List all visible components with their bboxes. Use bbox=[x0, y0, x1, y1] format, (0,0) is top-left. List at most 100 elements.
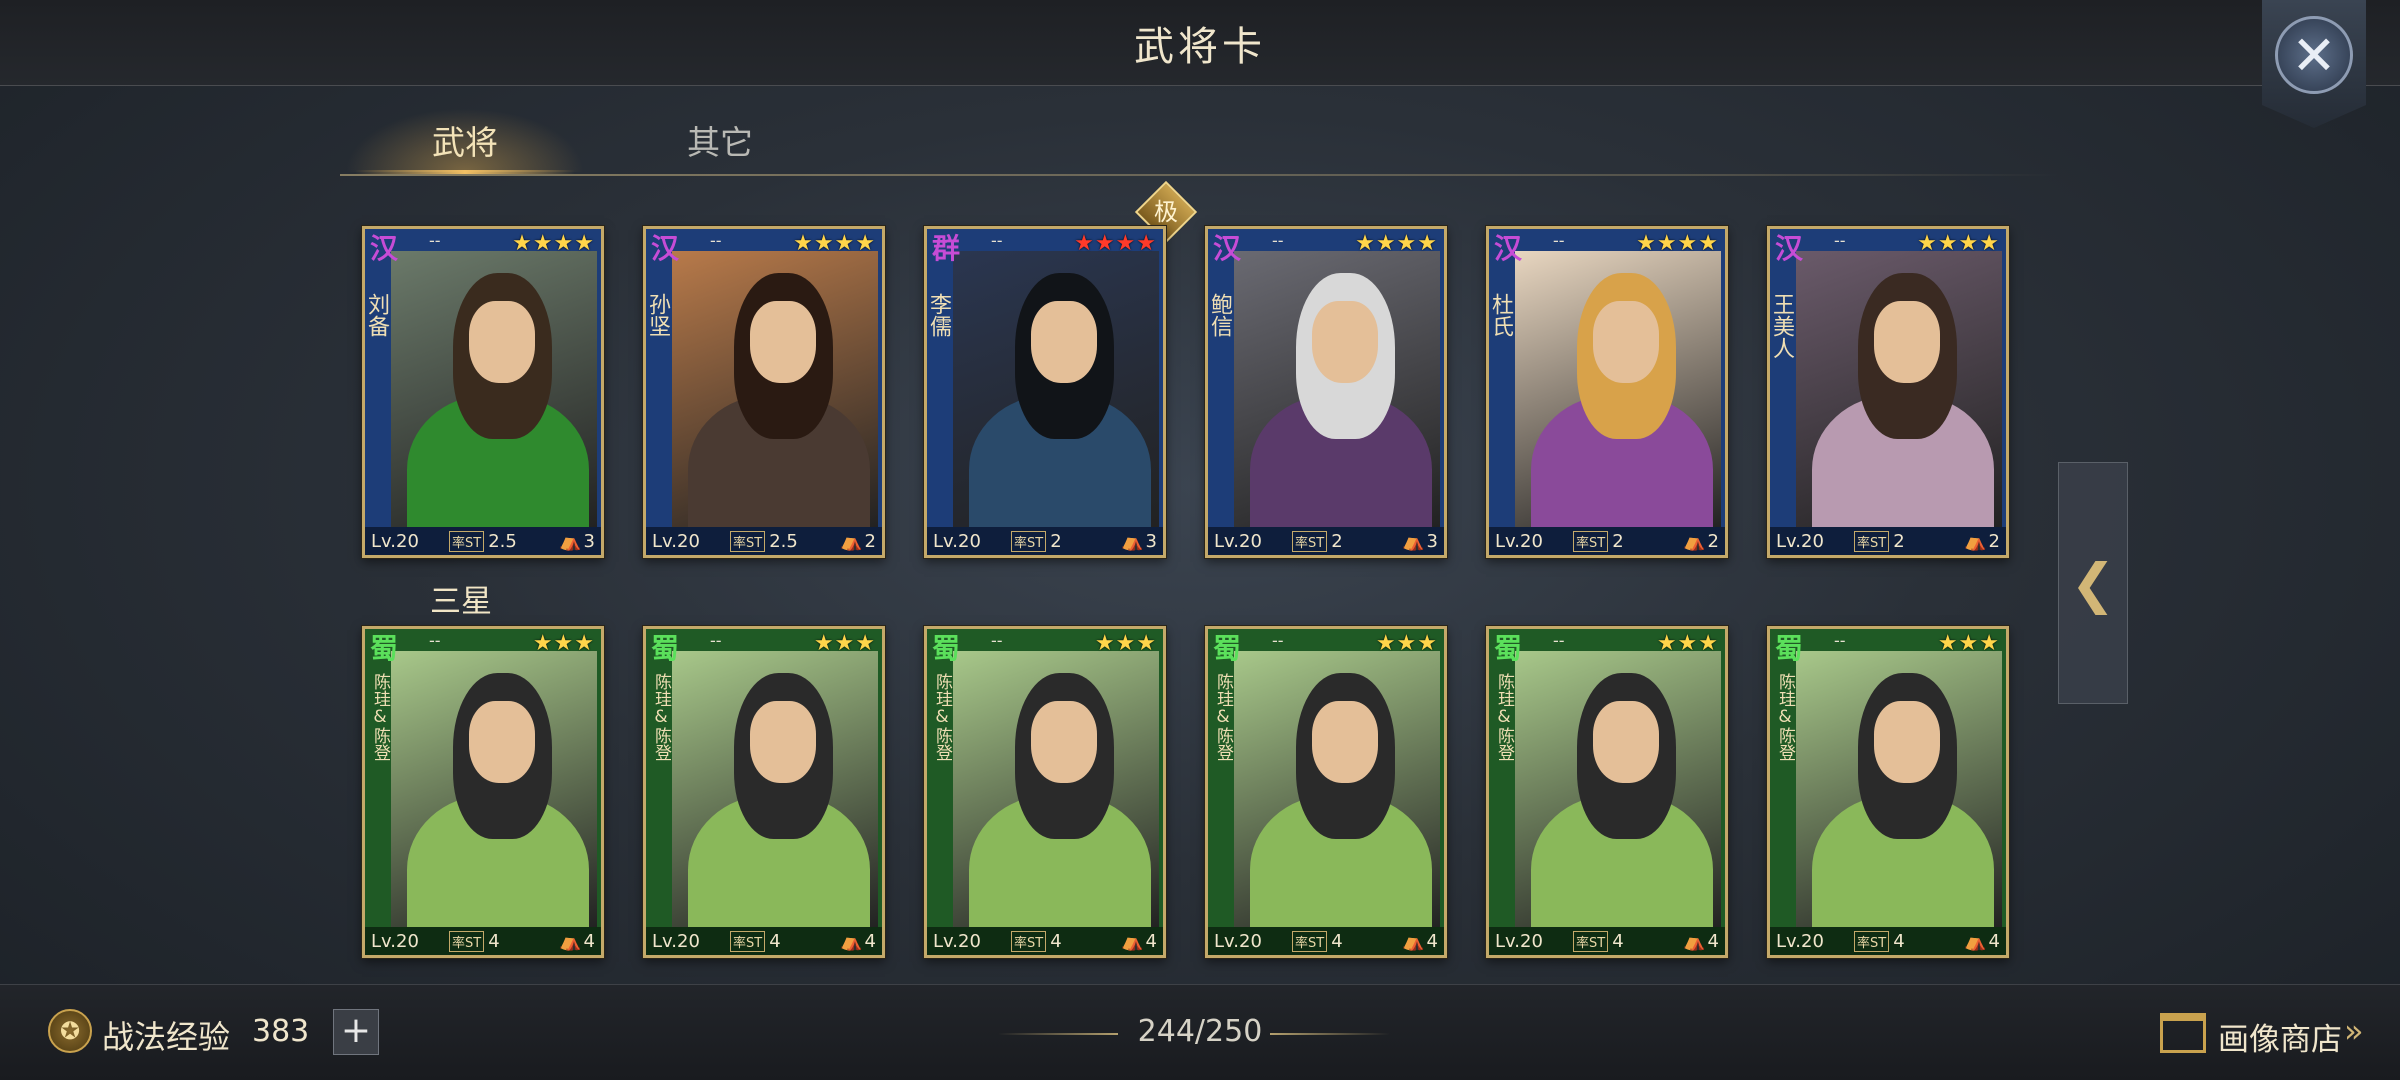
card-dash: -- bbox=[1834, 231, 1846, 250]
capacity-divider-right bbox=[1270, 1033, 1390, 1035]
card-cost: 2.5 bbox=[488, 530, 517, 552]
general-card[interactable]: 蜀 -- ★★★ 陈珪&陈登 Lv.20 率ST 4 ⛺ 4 bbox=[1205, 626, 1447, 958]
general-name: 杜氏 bbox=[1488, 293, 1513, 337]
faction-badge: 蜀 bbox=[1493, 632, 1522, 665]
card-level: Lv.20 bbox=[933, 930, 981, 952]
stat-tag: 率ST bbox=[730, 530, 766, 552]
stat-tag: 率ST bbox=[1292, 530, 1328, 552]
portrait-face bbox=[1593, 700, 1660, 784]
stat-tag: 率ST bbox=[1573, 930, 1609, 952]
card-level: Lv.20 bbox=[1495, 530, 1543, 552]
general-name: 陈珪&陈登 bbox=[932, 673, 952, 761]
card-count: 3 bbox=[583, 530, 595, 552]
general-name: 王美人 bbox=[1769, 293, 1794, 359]
general-portrait bbox=[1515, 251, 1721, 527]
portrait-face bbox=[1312, 300, 1379, 384]
card-cost: 4 bbox=[769, 930, 781, 952]
exp-label: 战法经验 bbox=[102, 1018, 231, 1056]
general-name: 陈珪&陈登 bbox=[1775, 673, 1795, 761]
general-portrait bbox=[391, 251, 597, 527]
troop-type-icon: ⛺ bbox=[559, 530, 582, 552]
card-dash: -- bbox=[710, 631, 722, 650]
card-count: 2 bbox=[864, 530, 876, 552]
card-level: Lv.20 bbox=[1214, 930, 1262, 952]
shop-icon[interactable] bbox=[2160, 1013, 2206, 1053]
faction-badge: 汉 bbox=[369, 232, 398, 265]
general-card[interactable]: 蜀 -- ★★★ 陈珪&陈登 Lv.20 率ST 4 ⛺ 4 bbox=[643, 626, 885, 958]
card-dash: -- bbox=[429, 631, 441, 650]
general-name: 李儒 bbox=[926, 293, 951, 337]
card-cost: 2 bbox=[1050, 530, 1062, 552]
general-name: 陈珪&陈登 bbox=[651, 673, 671, 761]
card-cost: 4 bbox=[1612, 930, 1624, 952]
card-level: Lv.20 bbox=[1214, 530, 1262, 552]
faction-badge: 群 bbox=[931, 232, 960, 265]
general-card[interactable]: 群 -- ★★★★ 李儒 Lv.20 率ST 2 ⛺ 3 bbox=[924, 226, 1166, 558]
exp-emblem-icon: ✪ bbox=[48, 1009, 92, 1053]
portrait-face bbox=[750, 300, 817, 384]
star-rating: ★★★★ bbox=[1636, 231, 1719, 256]
portrait-face bbox=[469, 700, 536, 784]
close-button[interactable]: ✕ bbox=[2262, 0, 2366, 128]
portrait-face bbox=[1312, 700, 1379, 784]
card-level: Lv.20 bbox=[652, 530, 700, 552]
star-rating: ★★★ bbox=[532, 631, 595, 656]
card-level: Lv.20 bbox=[933, 530, 981, 552]
card-cost: 2 bbox=[1893, 530, 1905, 552]
card-count: 4 bbox=[1145, 930, 1157, 952]
general-portrait bbox=[672, 251, 878, 527]
troop-type-icon: ⛺ bbox=[840, 530, 863, 552]
general-card[interactable]: 蜀 -- ★★★ 陈珪&陈登 Lv.20 率ST 4 ⛺ 4 bbox=[1486, 626, 1728, 958]
card-cost: 4 bbox=[1050, 930, 1062, 952]
card-footer: Lv.20 率ST 2 ⛺ 2 bbox=[1489, 527, 1725, 555]
tab-others[interactable]: 其它 bbox=[600, 108, 840, 172]
faction-badge: 蜀 bbox=[931, 632, 960, 665]
general-card[interactable]: 汉 -- ★★★★ 杜氏 Lv.20 率ST 2 ⛺ 2 bbox=[1486, 226, 1728, 558]
general-card[interactable]: 汉 -- ★★★★ 孙坚 Lv.20 率ST 2.5 ⛺ 2 bbox=[643, 226, 885, 558]
card-count: 4 bbox=[1988, 930, 2000, 952]
general-name: 孙坚 bbox=[645, 293, 670, 337]
card-level: Lv.20 bbox=[371, 930, 419, 952]
portrait-face bbox=[469, 300, 536, 384]
side-panel-toggle[interactable]: ❮ bbox=[2058, 462, 2128, 704]
card-footer: Lv.20 率ST 4 ⛺ 4 bbox=[1208, 927, 1444, 955]
general-name: 刘备 bbox=[364, 293, 389, 337]
card-cost: 4 bbox=[488, 930, 500, 952]
top-bar: 武将卡 bbox=[0, 0, 2400, 86]
card-count: 2 bbox=[1707, 530, 1719, 552]
stat-tag: 率ST bbox=[449, 930, 485, 952]
card-count: 3 bbox=[1145, 530, 1157, 552]
card-dash: -- bbox=[429, 231, 441, 250]
general-card[interactable]: 汉 -- ★★★★ 鲍信 Lv.20 率ST 2 ⛺ 3 bbox=[1205, 226, 1447, 558]
card-cost: 4 bbox=[1331, 930, 1343, 952]
star-rating: ★★★★ bbox=[1917, 231, 2000, 256]
card-cost: 4 bbox=[1893, 930, 1905, 952]
card-count: 4 bbox=[1707, 930, 1719, 952]
troop-type-icon: ⛺ bbox=[1683, 930, 1706, 952]
portrait-face bbox=[750, 700, 817, 784]
star-rating: ★★★ bbox=[1656, 631, 1719, 656]
general-card[interactable]: 汉 -- ★★★★ 王美人 Lv.20 率ST 2 ⛺ 2 bbox=[1767, 226, 2009, 558]
card-footer: Lv.20 率ST 2 ⛺ 3 bbox=[1208, 527, 1444, 555]
card-dash: -- bbox=[991, 631, 1003, 650]
card-footer: Lv.20 率ST 2 ⛺ 3 bbox=[927, 527, 1163, 555]
card-count: 4 bbox=[864, 930, 876, 952]
star-rating: ★★★ bbox=[1375, 631, 1438, 656]
card-count: 4 bbox=[1426, 930, 1438, 952]
star-rating: ★★★★ bbox=[1074, 231, 1157, 256]
star-rating: ★★★ bbox=[1937, 631, 2000, 656]
general-card[interactable]: 蜀 -- ★★★ 陈珪&陈登 Lv.20 率ST 4 ⛺ 4 bbox=[924, 626, 1166, 958]
crossed-swords-icon: ✕ bbox=[2275, 16, 2353, 94]
general-portrait bbox=[1796, 651, 2002, 927]
stat-tag: 率ST bbox=[730, 930, 766, 952]
add-exp-button[interactable]: + bbox=[333, 1009, 379, 1055]
general-card[interactable]: 蜀 -- ★★★ 陈珪&陈登 Lv.20 率ST 4 ⛺ 4 bbox=[1767, 626, 2009, 958]
shop-arrow-icon[interactable]: » bbox=[2344, 1012, 2364, 1050]
stat-tag: 率ST bbox=[1854, 530, 1890, 552]
general-portrait bbox=[1796, 251, 2002, 527]
tab-generals[interactable]: 武将 bbox=[345, 108, 585, 174]
general-card[interactable]: 蜀 -- ★★★ 陈珪&陈登 Lv.20 率ST 4 ⛺ 4 bbox=[362, 626, 604, 958]
general-card[interactable]: 汉 -- ★★★★ 刘备 Lv.20 率ST 2.5 ⛺ 3 bbox=[362, 226, 604, 558]
general-portrait bbox=[672, 651, 878, 927]
portrait-shop-link[interactable]: 画像商店 bbox=[2218, 1014, 2342, 1059]
